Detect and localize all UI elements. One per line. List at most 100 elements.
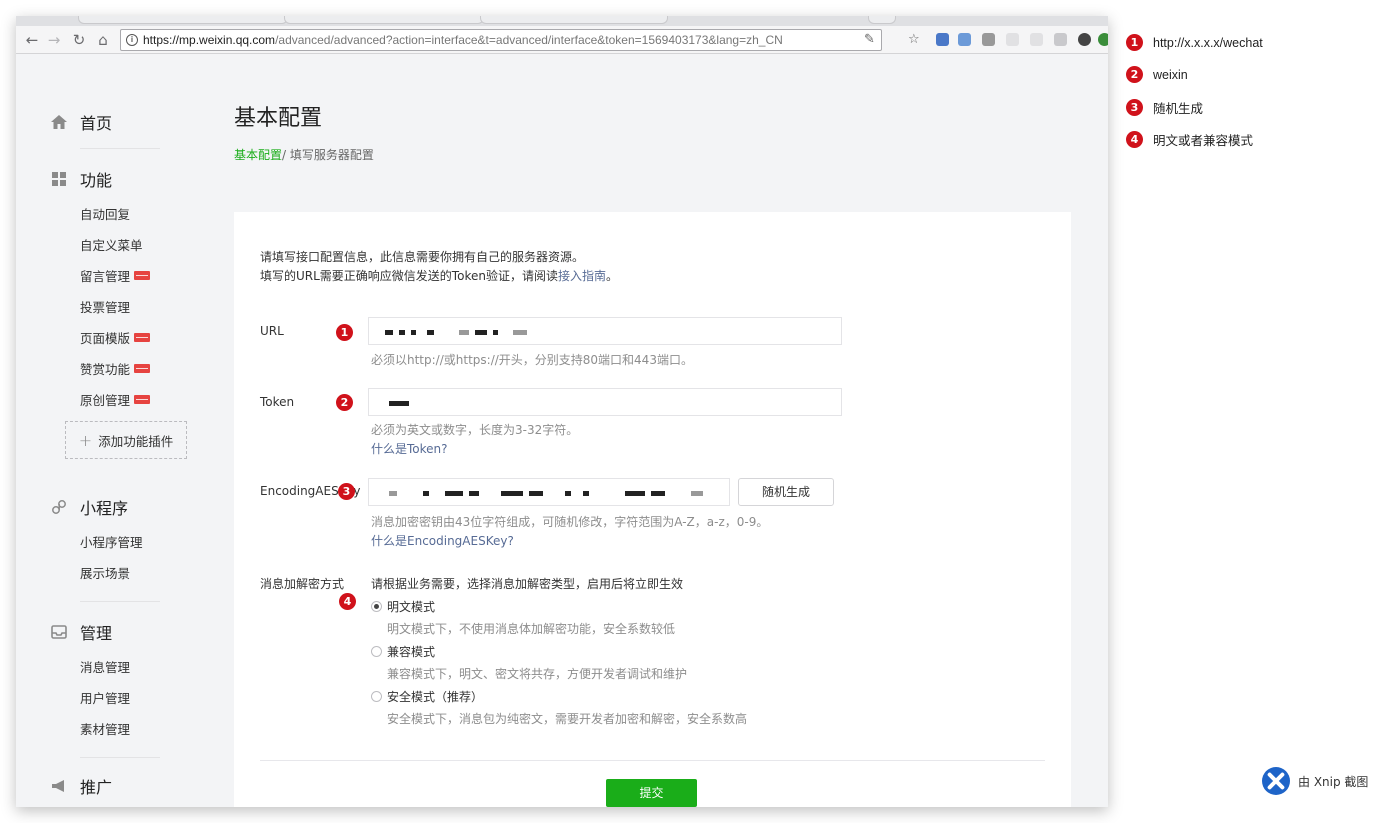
url-input[interactable] xyxy=(368,317,842,345)
radio-description: 明文模式下，不使用消息体加解密功能，安全系数较低 xyxy=(387,622,676,636)
redacted-text xyxy=(411,330,416,335)
sidebar-item-label: 页面模版 xyxy=(80,330,131,346)
legend-text: 明文或者兼容模式 xyxy=(1153,134,1254,148)
sidebar-item-auto-reply[interactable]: 自动回复 xyxy=(80,204,130,222)
sidebar-section-features[interactable]: 功能 xyxy=(50,164,112,194)
radio-button[interactable] xyxy=(371,601,382,612)
redacted-text xyxy=(423,491,429,496)
url-host: https://mp.weixin.qq.com xyxy=(143,33,276,47)
sidebar-home[interactable]: 首页 xyxy=(50,107,112,137)
translate-icon[interactable]: ✎ xyxy=(864,30,875,50)
breadcrumb-link[interactable]: 基本配置 xyxy=(234,148,282,162)
sidebar-item-page-templates[interactable]: 页面模版 xyxy=(80,328,151,346)
extension-icon[interactable] xyxy=(936,33,949,46)
browser-tab[interactable] xyxy=(78,16,288,24)
annotation-marker-2: 2 xyxy=(336,394,353,411)
aeskey-hint: 消息加密密钥由43位字符组成，可随机修改，字符范围为A-Z，a-z，0-9。 xyxy=(371,515,769,529)
divider xyxy=(260,760,1045,761)
submit-button[interactable]: 提交 xyxy=(606,779,697,807)
radio-button[interactable] xyxy=(371,691,382,702)
browser-tab[interactable] xyxy=(480,16,668,24)
intro-line: 填写的URL需要正确响应微信发送的Token验证，请阅读接入指南。 xyxy=(260,267,618,286)
redacted-text xyxy=(475,330,487,335)
legend-text: 随机生成 xyxy=(1153,102,1204,116)
add-plugin-label: 添加功能插件 xyxy=(98,433,174,449)
sidebar-item-materials[interactable]: 素材管理 xyxy=(80,719,130,737)
sidebar-item-label: 小程序管理 xyxy=(80,534,143,550)
url-path: /advanced/advanced?action=interface&t=ad… xyxy=(275,33,783,47)
page-title: 基本配置 xyxy=(234,106,323,131)
reload-icon[interactable]: ↻ xyxy=(69,30,89,50)
sidebar-item-miniprogram-manage[interactable]: 小程序管理 xyxy=(80,532,143,550)
extension-icon[interactable] xyxy=(1098,33,1108,46)
sidebar-item-label: 原创管理 xyxy=(80,392,131,408)
redacted-text xyxy=(389,491,397,496)
radio-compatible-mode[interactable]: 兼容模式 xyxy=(371,643,435,660)
legend-marker: 2 xyxy=(1126,66,1143,83)
annotation-marker-3: 3 xyxy=(338,483,355,500)
random-generate-button[interactable]: 随机生成 xyxy=(738,478,834,506)
address-bar[interactable]: i https://mp.weixin.qq.com/advanced/adva… xyxy=(120,29,882,51)
sidebar-item-custom-menu[interactable]: 自定义菜单 xyxy=(80,235,143,253)
sidebar: 首页 功能 自动回复 自定义菜单 留言管理 投票管理 页面模版 赞赏功能 原创管… xyxy=(16,55,194,807)
plus-icon: + xyxy=(78,430,93,450)
divider xyxy=(80,601,160,602)
aeskey-input[interactable] xyxy=(368,478,730,506)
browser-window: ← → ↻ ⌂ i https://mp.weixin.qq.com/advan… xyxy=(16,16,1108,807)
redacted-text xyxy=(625,491,645,496)
server-config-form: 请填写接口配置信息，此信息需要你拥有自己的服务器资源。 填写的URL需要正确响应… xyxy=(234,212,1071,807)
radio-plaintext-mode[interactable]: 明文模式 xyxy=(371,598,435,615)
sidebar-item-label: 赞赏功能 xyxy=(80,361,131,377)
sidebar-item-label: 留言管理 xyxy=(80,268,131,284)
sidebar-section-miniprogram[interactable]: 小程序 xyxy=(50,492,128,522)
radio-button[interactable] xyxy=(371,646,382,657)
bookmark-star-icon[interactable]: ☆ xyxy=(908,30,920,50)
token-input[interactable] xyxy=(368,388,842,416)
sidebar-item-users[interactable]: 用户管理 xyxy=(80,688,130,706)
token-label: Token xyxy=(260,395,295,409)
sidebar-item-votes[interactable]: 投票管理 xyxy=(80,297,130,315)
sidebar-item-label: 消息管理 xyxy=(80,659,131,675)
home-icon[interactable]: ⌂ xyxy=(93,30,113,50)
extension-icon[interactable] xyxy=(1030,33,1043,46)
xnip-watermark: 由 Xnip 截图 xyxy=(1262,767,1368,795)
back-icon[interactable]: ← xyxy=(22,30,42,50)
redacted-text xyxy=(385,330,393,335)
annotation-marker-1: 1 xyxy=(336,324,353,341)
encryption-hint: 请根据业务需要，选择消息加解密类型，启用后将立即生效 xyxy=(371,577,684,591)
sidebar-item-label: 自动回复 xyxy=(80,206,131,222)
forward-icon[interactable]: → xyxy=(44,30,64,50)
sidebar-item-messages[interactable]: 消息管理 xyxy=(80,657,130,675)
sidebar-section-label: 小程序 xyxy=(80,499,129,518)
info-icon[interactable]: i xyxy=(126,34,138,46)
add-plugin-button[interactable]: + 添加功能插件 xyxy=(65,421,187,459)
legend-marker: 4 xyxy=(1126,131,1143,148)
sidebar-section-manage[interactable]: 管理 xyxy=(50,617,112,647)
radio-secure-mode[interactable]: 安全模式（推荐） xyxy=(371,688,483,705)
what-is-token-link[interactable]: 什么是Token? xyxy=(371,440,448,457)
annotation-marker-4: 4 xyxy=(339,593,356,610)
what-is-aeskey-link[interactable]: 什么是EncodingAESKey? xyxy=(371,532,514,549)
access-guide-link[interactable]: 接入指南 xyxy=(558,269,606,283)
sidebar-item-comments[interactable]: 留言管理 xyxy=(80,266,151,284)
xnip-logo-icon xyxy=(1262,767,1290,795)
intro-text: 请填写接口配置信息，此信息需要你拥有自己的服务器资源。 填写的URL需要正确响应… xyxy=(260,248,618,286)
home-icon xyxy=(50,113,68,131)
wechat-admin-page: 首页 功能 自动回复 自定义菜单 留言管理 投票管理 页面模版 赞赏功能 原创管… xyxy=(16,55,1108,807)
sidebar-item-rewards[interactable]: 赞赏功能 xyxy=(80,359,151,377)
extension-icon[interactable] xyxy=(958,33,971,46)
extension-icon[interactable] xyxy=(1054,33,1067,46)
new-tab-button[interactable] xyxy=(868,16,896,24)
radio-label: 安全模式（推荐） xyxy=(387,690,484,704)
sidebar-item-display-scenes[interactable]: 展示场景 xyxy=(80,563,130,581)
extension-icon[interactable] xyxy=(1078,33,1091,46)
sidebar-section-promote[interactable]: 推广 xyxy=(50,771,112,801)
encryption-label: 消息加解密方式 xyxy=(260,577,345,591)
extension-icon[interactable] xyxy=(1006,33,1019,46)
radio-label: 兼容模式 xyxy=(387,645,436,659)
sidebar-item-label: 用户管理 xyxy=(80,690,131,706)
extension-icon[interactable] xyxy=(982,33,995,46)
sidebar-item-original[interactable]: 原创管理 xyxy=(80,390,151,408)
legend-marker: 1 xyxy=(1126,34,1143,51)
browser-tab[interactable] xyxy=(284,16,484,24)
